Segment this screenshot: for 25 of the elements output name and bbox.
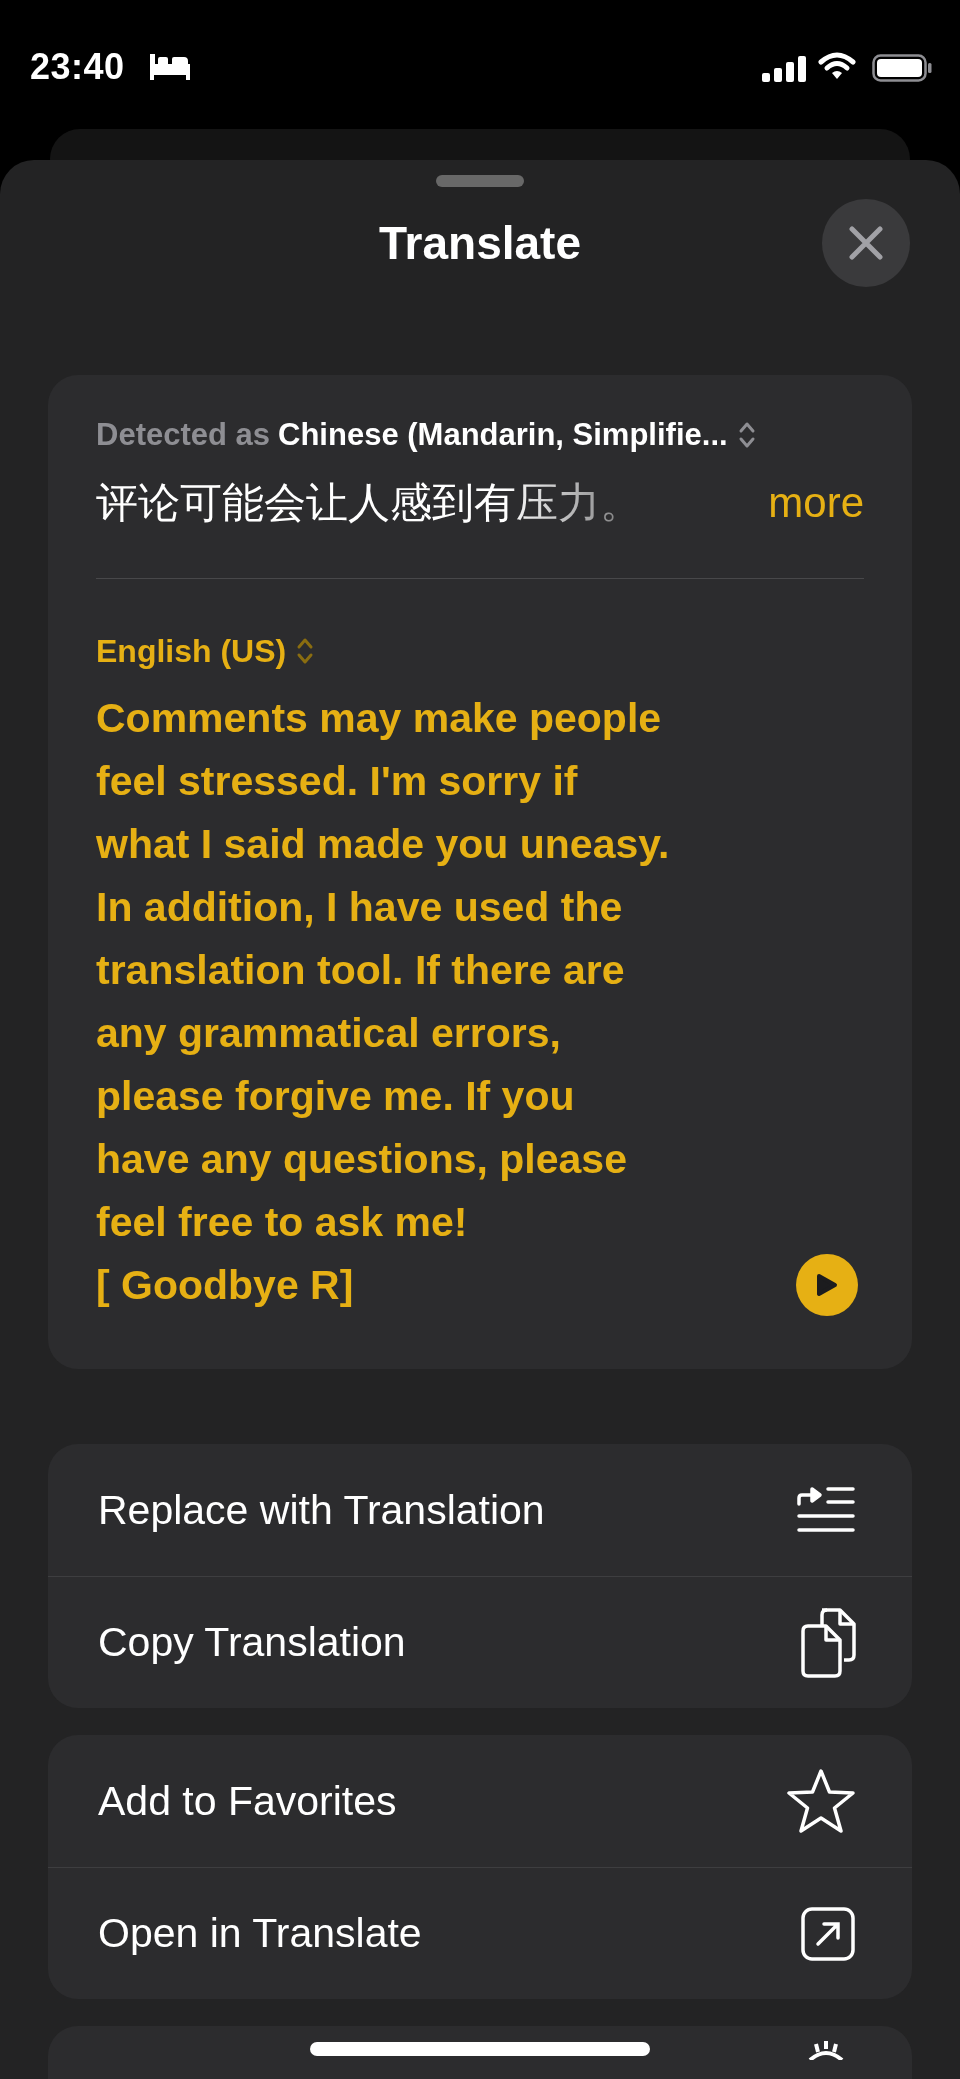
- status-time: 23:40: [30, 46, 125, 88]
- close-icon: [849, 226, 883, 260]
- more-link[interactable]: more: [768, 479, 864, 527]
- bed-icon: [150, 54, 190, 80]
- play-icon: [816, 1273, 838, 1297]
- battery-icon: [872, 54, 932, 82]
- chevron-icon: [737, 420, 756, 450]
- signal-icon: [762, 56, 806, 82]
- translated-text: Comments may make people feel stressed. I'm sorry if what I said made you uneasy. In addition, I have used the translation tool. If there are any grammatical errors, please forgive me. If you have any questions, please feel free to ask me! [ Goodbye R]: [96, 694, 670, 1310]
- sheet-title: Translate: [379, 216, 581, 270]
- target-language-selector[interactable]: English (US): [96, 631, 315, 671]
- source-text: 评论可能会让人感到有压力。: [96, 477, 642, 529]
- source-language-selector[interactable]: Chinese (Mandarin, Simplifie...: [278, 417, 756, 453]
- open-external-icon: [800, 1905, 856, 1962]
- sheet-grabber[interactable]: [436, 175, 524, 187]
- action-row[interactable]: Replace with Translation: [48, 1444, 912, 1576]
- star-icon: [786, 1768, 856, 1834]
- wifi-icon: [818, 52, 856, 80]
- copy-icon: [800, 1606, 856, 1679]
- action-row[interactable]: Open in Translate: [48, 1867, 912, 1999]
- action-row[interactable]: Add to Favorites: [48, 1735, 912, 1867]
- chevron-icon: [296, 636, 315, 666]
- action-row[interactable]: Copy Translation: [48, 1576, 912, 1708]
- detected-label: Detected as: [96, 417, 271, 453]
- replace-text-icon: [796, 1486, 856, 1534]
